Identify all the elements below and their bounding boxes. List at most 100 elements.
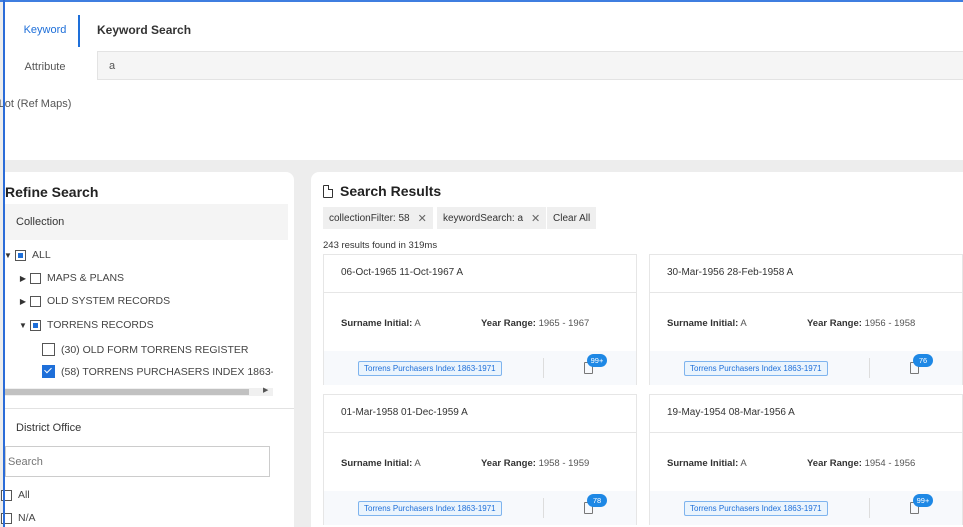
district-option-na[interactable]: N/A <box>1 512 36 524</box>
image-count-badge: 99+ <box>913 494 933 507</box>
result-card-title[interactable]: 01-Mar-1958 01-Dec-1959 A <box>324 395 636 433</box>
window-left-border <box>3 0 5 527</box>
checkbox-all[interactable] <box>15 249 26 261</box>
checkbox-old-system-records[interactable] <box>30 295 41 307</box>
tree-item-torrens-records[interactable]: ▼ TORRENS RECORDS <box>16 319 154 331</box>
footer-divider <box>543 358 544 378</box>
image-count-badge: 99+ <box>587 354 607 367</box>
tree-horizontal-scrollbar[interactable]: ▶ <box>5 386 273 396</box>
result-card-footer: Torrens Purchasers Index 1863-1971 76 <box>650 351 962 385</box>
checkbox-maps-plans[interactable] <box>30 272 41 284</box>
year-range-value: 1958 - 1959 <box>538 458 590 469</box>
tree-item-torrens-purchasers-index[interactable]: (58) TORRENS PURCHASERS INDEX 1863-197 <box>42 365 273 378</box>
surname-initial-field: Surname Initial: A <box>667 458 747 469</box>
result-card-body: Surname Initial: A Year Range: 1956 - 19… <box>650 293 962 352</box>
district-option-label: All <box>18 489 30 501</box>
footer-divider <box>869 498 870 518</box>
tree-item-maps-plans[interactable]: ▶ MAPS & PLANS <box>16 272 124 284</box>
filter-chip-label: collectionFilter: 58 <box>329 212 410 224</box>
checkbox-old-form-torrens-register[interactable] <box>42 343 55 356</box>
surname-initial-value: A <box>414 458 421 469</box>
footer-divider <box>869 358 870 378</box>
result-card[interactable]: 19-May-1954 08-Mar-1956 A Surname Initia… <box>649 394 963 525</box>
tree-item-label: ALL <box>32 249 51 261</box>
tree-item-all[interactable]: ▼ ALL <box>1 249 51 261</box>
caret-right-icon[interactable]: ▶ <box>16 297 30 306</box>
collection-facet-header[interactable]: Collection <box>5 204 288 240</box>
tab-attribute[interactable]: Attribute <box>5 61 85 73</box>
district-search-input[interactable] <box>5 446 270 477</box>
results-count: 243 results found in 319ms <box>323 240 438 251</box>
district-option-label: N/A <box>18 512 36 524</box>
surname-initial-field: Surname Initial: A <box>667 318 747 329</box>
search-mode-tabs: Keyword Attribute Lot (Ref Maps) <box>0 2 85 160</box>
document-icon <box>323 184 333 198</box>
filter-chip-label: keywordSearch: a <box>443 212 524 224</box>
tree-item-label: MAPS & PLANS <box>47 272 125 284</box>
keyword-search-input[interactable]: a <box>97 51 963 80</box>
surname-initial-field: Surname Initial: A <box>341 458 421 469</box>
result-card-title[interactable]: 30-Mar-1956 28-Feb-1958 A <box>650 255 962 293</box>
result-card[interactable]: 06-Oct-1965 11-Oct-1967 A Surname Initia… <box>323 254 637 385</box>
filter-chip-collection: collectionFilter: 58 ✕ <box>323 207 433 229</box>
result-card-body: Surname Initial: A Year Range: 1958 - 19… <box>324 433 636 492</box>
tree-item-old-form-torrens-register[interactable]: (30) OLD FORM TORRENS REGISTER <box>42 343 248 356</box>
result-card-footer: Torrens Purchasers Index 1863-1971 99+ <box>324 351 636 385</box>
district-option-all[interactable]: All <box>1 489 30 501</box>
result-card-footer: Torrens Purchasers Index 1863-1971 78 <box>324 491 636 525</box>
result-card-body: Surname Initial: A Year Range: 1965 - 19… <box>324 293 636 352</box>
tree-item-old-system-records[interactable]: ▶ OLD SYSTEM RECORDS <box>16 295 170 307</box>
tab-keyword[interactable]: Keyword <box>5 24 85 36</box>
collection-tag[interactable]: Torrens Purchasers Index 1863-1971 <box>358 361 502 376</box>
surname-initial-value: A <box>740 318 747 329</box>
result-card[interactable]: 01-Mar-1958 01-Dec-1959 A Surname Initia… <box>323 394 637 525</box>
collection-tag[interactable]: Torrens Purchasers Index 1863-1971 <box>358 501 502 516</box>
year-range-value: 1965 - 1967 <box>538 318 590 329</box>
image-count-badge: 78 <box>587 494 607 507</box>
scroll-right-icon[interactable]: ▶ <box>263 386 268 394</box>
close-icon[interactable]: ✕ <box>531 212 540 225</box>
tree-item-label: (30) OLD FORM TORRENS REGISTER <box>61 343 249 356</box>
result-card[interactable]: 30-Mar-1956 28-Feb-1958 A Surname Initia… <box>649 254 963 385</box>
image-count-badge: 76 <box>913 354 933 367</box>
scrollbar-thumb[interactable] <box>5 389 249 395</box>
close-icon[interactable]: ✕ <box>418 212 427 225</box>
collection-tag[interactable]: Torrens Purchasers Index 1863-1971 <box>684 501 828 516</box>
result-card-title[interactable]: 19-May-1954 08-Mar-1956 A <box>650 395 962 433</box>
year-range-value: 1954 - 1956 <box>864 458 916 469</box>
surname-initial-field: Surname Initial: A <box>341 318 421 329</box>
year-range-field: Year Range: 1965 - 1967 <box>481 318 590 329</box>
year-range-field: Year Range: 1958 - 1959 <box>481 458 590 469</box>
keyword-search-title: Keyword Search <box>97 23 192 37</box>
search-results-title: Search Results <box>340 183 442 199</box>
clear-all-button[interactable]: Clear All <box>547 207 597 229</box>
surname-initial-value: A <box>740 458 747 469</box>
caret-down-icon[interactable]: ▼ <box>16 321 30 330</box>
result-card-body: Surname Initial: A Year Range: 1954 - 19… <box>650 433 962 492</box>
surname-initial-value: A <box>414 318 421 329</box>
refine-search-title: Refine Search <box>5 184 99 200</box>
refine-search-panel: Refine Search Collection ▼ ALL ▶ MAPS & … <box>1 172 294 527</box>
district-office-heading[interactable]: District Office <box>16 422 81 434</box>
search-results-panel: Search Results collectionFilter: 58 ✕ ke… <box>311 172 963 527</box>
checkbox-torrens-records[interactable] <box>30 319 41 331</box>
checkbox-torrens-purchasers-index[interactable] <box>42 365 55 378</box>
caret-right-icon[interactable]: ▶ <box>16 274 30 283</box>
collection-tag[interactable]: Torrens Purchasers Index 1863-1971 <box>684 361 828 376</box>
footer-divider <box>543 498 544 518</box>
active-tab-indicator <box>78 15 80 47</box>
tree-item-label: OLD SYSTEM RECORDS <box>47 295 171 307</box>
search-results-heading: Search Results <box>323 183 441 199</box>
result-card-footer: Torrens Purchasers Index 1863-1971 99+ <box>650 491 962 525</box>
result-card-title[interactable]: 06-Oct-1965 11-Oct-1967 A <box>324 255 636 293</box>
facet-divider <box>5 408 294 409</box>
year-range-field: Year Range: 1954 - 1956 <box>807 458 916 469</box>
collection-heading: Collection <box>16 216 65 228</box>
tree-item-label: (58) TORRENS PURCHASERS INDEX 1863-197 <box>61 365 273 378</box>
search-panel: Keyword Attribute Lot (Ref Maps) Keyword… <box>0 2 963 160</box>
tab-lot-ref-maps[interactable]: Lot (Ref Maps) <box>0 98 75 110</box>
year-range-field: Year Range: 1956 - 1958 <box>807 318 916 329</box>
filter-chip-keyword: keywordSearch: a ✕ <box>437 207 547 229</box>
tree-item-label: TORRENS RECORDS <box>47 319 154 331</box>
year-range-value: 1956 - 1958 <box>864 318 916 329</box>
